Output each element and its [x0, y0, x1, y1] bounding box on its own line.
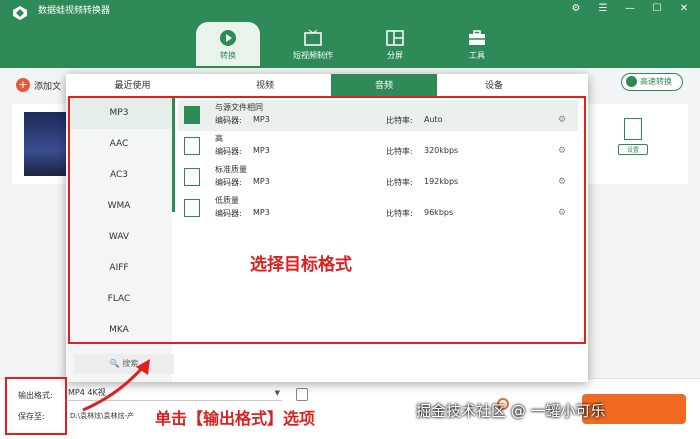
nav-label: 工具: [469, 51, 485, 60]
encoder-value: MP3: [253, 146, 270, 155]
split-screen-icon: [386, 30, 404, 46]
annotation-select-target: 选择目标格式: [250, 255, 352, 275]
video-thumbnail[interactable]: [24, 112, 72, 176]
encoder-label: 编码器:: [215, 209, 242, 218]
nav-label: 短视频制作: [293, 51, 333, 60]
menu-icon[interactable]: ☰: [597, 3, 609, 14]
nav-label: 转换: [220, 51, 236, 60]
scroll-indicator[interactable]: [172, 98, 175, 212]
lightning-icon: [626, 76, 637, 87]
format-item-mp3[interactable]: MP3: [66, 98, 172, 129]
watermark: 掘金技术社区 @ 一罐小可乐: [416, 402, 606, 420]
encoder-label: 编码器:: [215, 178, 242, 187]
preset-row[interactable]: 低质量 编码器: MP3 比特率: 96kbps ⚙: [178, 193, 578, 224]
audio-file-icon: [184, 106, 200, 124]
app-logo-icon: [13, 6, 27, 20]
plus-icon: +: [16, 78, 30, 92]
gear-icon[interactable]: ⚙: [558, 208, 566, 218]
format-item-ac3[interactable]: AC3: [66, 160, 172, 191]
highlight-box-output: [5, 377, 67, 435]
add-file-button[interactable]: + 添加文: [16, 78, 61, 92]
title-bar: 数据蛙视频转换器 ⚙ ☰ — ☐ ✕ 转换 短视频制作 分屏 工具: [0, 0, 700, 68]
close-icon[interactable]: ✕: [678, 3, 690, 14]
preset-name: 标准质量: [215, 165, 247, 174]
format-item-wma[interactable]: WMA: [66, 191, 172, 222]
gear-icon[interactable]: ⚙: [558, 177, 566, 187]
nav-tools[interactable]: 工具: [436, 22, 518, 66]
format-item-aiff[interactable]: AIFF: [66, 253, 172, 284]
fast-convert-label: 高速转换: [640, 77, 672, 86]
nav-label: 分屏: [387, 51, 403, 60]
format-item-mka[interactable]: MKA: [66, 315, 172, 346]
add-file-label: 添加文: [34, 81, 62, 92]
chevron-down-icon: ▼: [274, 389, 280, 397]
toolbox-icon: [469, 30, 485, 45]
format-item-flac[interactable]: FLAC: [66, 284, 172, 315]
encoder-label: 编码器:: [215, 147, 242, 156]
gear-icon[interactable]: ⚙: [558, 115, 566, 125]
audio-quality-icon: [184, 199, 200, 217]
bitrate-value: 320kbps: [424, 146, 459, 155]
bitrate-label: 比特率:: [386, 147, 413, 156]
preset-list: 与源文件相同 编码器: MP3 比特率: Auto ⚙ 高 编码器: MP3 比…: [178, 100, 578, 224]
arrow-icon: [82, 359, 150, 412]
format-popup: 最近使用 视频 音频 设备 MP3 AAC AC3 WMA WAV AIFF F…: [66, 74, 588, 382]
format-icon[interactable]: [624, 118, 642, 140]
preset-name: 低质量: [215, 196, 239, 205]
encoder-value: MP3: [253, 177, 270, 186]
tv-icon: [304, 29, 322, 46]
format-item-aac[interactable]: AAC: [66, 129, 172, 160]
bitrate-label: 比特率:: [386, 116, 413, 125]
fast-convert-button[interactable]: 高速转换: [621, 73, 683, 91]
encoder-value: MP3: [253, 115, 270, 124]
main-nav: 转换 短视频制作 分屏 工具: [196, 22, 518, 66]
nav-short-video[interactable]: 短视频制作: [272, 22, 354, 66]
bitrate-value: 96kbps: [424, 208, 454, 217]
format-file-icon[interactable]: [296, 388, 308, 401]
gear-icon[interactable]: ⚙: [558, 146, 566, 156]
audio-quality-icon: [184, 137, 200, 155]
minimize-icon[interactable]: —: [624, 3, 636, 14]
bitrate-value: 192kbps: [424, 177, 459, 186]
annotation-click-output: 单击【输出格式】选项: [155, 409, 316, 428]
audio-quality-icon: [184, 168, 200, 186]
preset-row[interactable]: 与源文件相同 编码器: MP3 比特率: Auto ⚙: [178, 100, 578, 131]
bitrate-label: 比特率:: [386, 178, 413, 187]
maximize-icon[interactable]: ☐: [651, 3, 663, 14]
preset-row[interactable]: 标准质量 编码器: MP3 比特率: 192kbps ⚙: [178, 162, 578, 193]
tab-video[interactable]: 视频: [199, 74, 331, 98]
preset-row[interactable]: 高 编码器: MP3 比特率: 320kbps ⚙: [178, 131, 578, 162]
settings-icon[interactable]: ⚙: [570, 3, 582, 14]
format-tabs: 最近使用 视频 音频 设备: [66, 74, 588, 98]
encoder-value: MP3: [253, 208, 270, 217]
nav-split-screen[interactable]: 分屏: [354, 22, 436, 66]
tab-recent[interactable]: 最近使用: [66, 74, 199, 98]
nav-convert[interactable]: 转换: [196, 22, 260, 66]
convert-icon: [220, 30, 236, 46]
format-item-wav[interactable]: WAV: [66, 222, 172, 253]
app-title: 数据蛙视频转换器: [38, 6, 111, 16]
preset-name: 高: [215, 134, 223, 143]
tab-device[interactable]: 设备: [437, 74, 551, 98]
encoder-label: 编码器:: [215, 116, 242, 125]
format-settings[interactable]: 设置: [618, 118, 648, 155]
bitrate-label: 比特率:: [386, 209, 413, 218]
window-controls: ⚙ ☰ — ☐ ✕: [570, 3, 690, 14]
bitrate-value: Auto: [424, 115, 443, 124]
preset-name: 与源文件相同: [215, 103, 263, 112]
settings-button[interactable]: 设置: [618, 144, 648, 155]
format-list: MP3 AAC AC3 WMA WAV AIFF FLAC MKA: [66, 98, 172, 382]
tab-audio[interactable]: 音频: [331, 74, 437, 98]
